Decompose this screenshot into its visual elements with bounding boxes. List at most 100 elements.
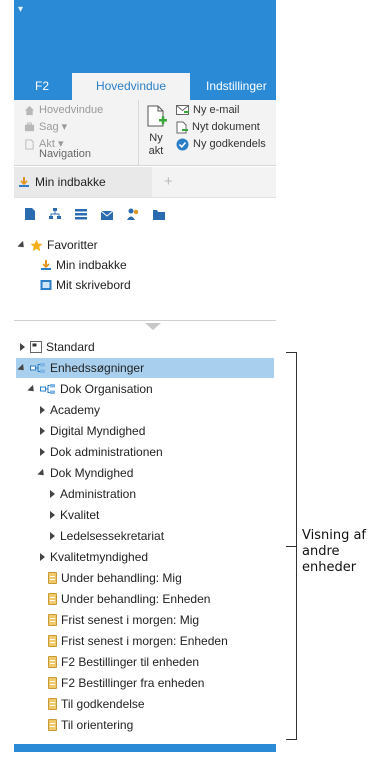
unit-hierarchy-icon [40,384,55,394]
collapsed-arrow-icon[interactable] [38,553,46,561]
home-icon [24,105,35,115]
document-tool-icon[interactable] [24,207,36,221]
folder-tool-icon[interactable] [152,207,166,221]
tree-node-label: Administration [60,487,137,501]
favorites-node[interactable]: Favoritter [17,235,98,255]
tree-node-kvalitet[interactable]: Kvalitet [48,505,99,525]
tree-node-enhedssoegninger[interactable]: Enhedssøgninger [17,358,145,378]
new-act-label-line2: akt [148,145,164,157]
tree-node-label: Dok administrationen [50,445,163,459]
collapsed-arrow-icon[interactable] [18,343,26,351]
collapsed-arrow-icon[interactable] [48,511,56,519]
collapsed-arrow-icon[interactable] [38,406,46,414]
new-email-label: Ny e-mail [193,104,240,116]
nav-hovedvindue-button[interactable]: Hovedvindue [24,102,103,118]
collapsed-arrow-icon[interactable] [38,427,46,435]
tree-node-dok-administrationen[interactable]: Dok administrationen [38,442,163,462]
saved-search-label: Under behandling: Enheden [61,592,211,606]
inbox-icon [19,177,29,187]
expanded-arrow-icon[interactable] [37,468,47,478]
tab-f2[interactable]: F2 [14,73,70,100]
users-tool-icon[interactable] [126,207,140,221]
search-document-icon [48,677,57,689]
search-document-icon [48,635,57,647]
list-toolbar [24,206,166,222]
favorite-mit-skrivebord[interactable]: Mit skrivebord [40,275,131,295]
expanded-arrow-icon[interactable] [17,363,27,373]
hierarchy-tool-icon[interactable] [48,207,62,221]
navigation-group: Hovedvindue Sag ▾ Akt ▾ Navigation [14,100,139,165]
expanded-arrow-icon[interactable] [27,384,37,394]
saved-search-item[interactable]: Frist senest i morgen: Mig [48,610,199,630]
tree-node-academy[interactable]: Academy [38,400,100,420]
tree-node-dok-myndighed[interactable]: Dok Myndighed [37,463,134,483]
saved-search-item[interactable]: Til godkendelse [48,694,145,714]
tree-node-label: Digital Myndighed [50,424,146,438]
tree-node-label: Dok Myndighed [50,466,134,480]
annotation-line: Visning af [302,528,367,543]
tree-node-kvalitetmyndighed[interactable]: Kvalitetmyndighed [38,547,148,567]
new-approval-button[interactable]: Ny godkendels [176,136,266,152]
tree-node-label: Enhedssøgninger [50,361,145,375]
saved-search-label: Under behandling: Mig [61,571,182,585]
nav-sag-button[interactable]: Sag ▾ [24,119,67,135]
email-icon [176,104,189,115]
favorite-label: Mit skrivebord [56,278,131,292]
title-bar: ▾ F2 Hovedvindue Indstillinger [14,0,276,100]
nav-hovedvindue-label: Hovedvindue [39,104,104,116]
approval-check-icon [176,138,189,150]
pane-splitter[interactable] [14,320,276,321]
tree-node-label: Kvalitet [60,508,100,522]
collapsed-arrow-icon[interactable] [38,448,46,456]
expanded-arrow-icon[interactable] [17,240,27,250]
saved-search-label: F2 Bestillinger fra enheden [61,676,205,690]
mail-tool-icon[interactable] [100,207,114,221]
search-document-icon [48,614,57,626]
nav-sag-label: Sag ▾ [39,121,68,133]
new-approval-label: Ny godkendels [193,138,266,150]
add-tab-button[interactable]: + [164,173,173,190]
collapsed-arrow-icon[interactable] [48,532,56,540]
quick-access-dropdown-icon[interactable]: ▾ [18,4,23,15]
tree-node-standard[interactable]: Standard [18,337,95,357]
new-email-button[interactable]: Ny e-mail [176,102,239,118]
saved-search-label: Frist senest i morgen: Enheden [61,634,228,648]
search-document-icon [48,698,57,710]
search-document-icon [48,656,57,668]
annotation-line: enheder [302,560,357,575]
desktop-icon [40,280,52,290]
tree-node-label: Kvalitetmyndighed [50,550,149,564]
annotation-callout: Visning af andre enheder [302,528,366,576]
favorite-min-indbakke[interactable]: Min indbakke [40,255,127,275]
tab-hovedvindue[interactable]: Hovedvindue [72,73,190,100]
tab-min-indbakke[interactable]: Min indbakke [14,167,152,197]
collapse-pane-arrow-icon[interactable] [145,323,161,330]
tab-indstillinger[interactable]: Indstillinger [194,73,276,100]
saved-search-item[interactable]: Til orientering [48,715,133,735]
favorites-label: Favoritter [47,238,98,252]
saved-search-item[interactable]: Under behandling: Mig [48,568,182,588]
tree-node-digital-myndighed[interactable]: Digital Myndighed [38,421,145,441]
tree-node-administration[interactable]: Administration [48,484,136,504]
new-act-button[interactable]: Ny akt [142,104,170,158]
annotation-line: andre [302,544,340,559]
new-document-label: Nyt dokument [192,121,260,133]
saved-search-item[interactable]: F2 Bestillinger fra enheden [48,673,204,693]
search-document-icon [48,593,57,605]
tree-node-dok-organisation[interactable]: Dok Organisation [27,379,153,399]
saved-search-item[interactable]: Frist senest i morgen: Enheden [48,631,228,651]
saved-search-item[interactable]: F2 Bestillinger til enheden [48,652,199,672]
new-document-icon [147,105,167,127]
saved-search-item[interactable]: Under behandling: Enheden [48,589,210,609]
saved-search-label: Til orientering [61,718,134,732]
list-tool-icon[interactable] [74,208,88,220]
new-act-label-line1: Ny [149,132,163,144]
tree-node-label: Ledelsessekretariat [60,529,165,543]
collapsed-arrow-icon[interactable] [48,490,56,498]
tree-node-label: Academy [50,403,101,417]
tree-node-label: Dok Organisation [60,382,153,396]
ribbon: Hovedvindue Sag ▾ Akt ▾ Navigation Ny ak… [14,100,276,166]
new-document-button[interactable]: Nyt dokument [176,119,260,135]
favorite-label: Min indbakke [56,258,127,272]
tree-node-ledelsessekretariat[interactable]: Ledelsessekretariat [48,526,164,546]
